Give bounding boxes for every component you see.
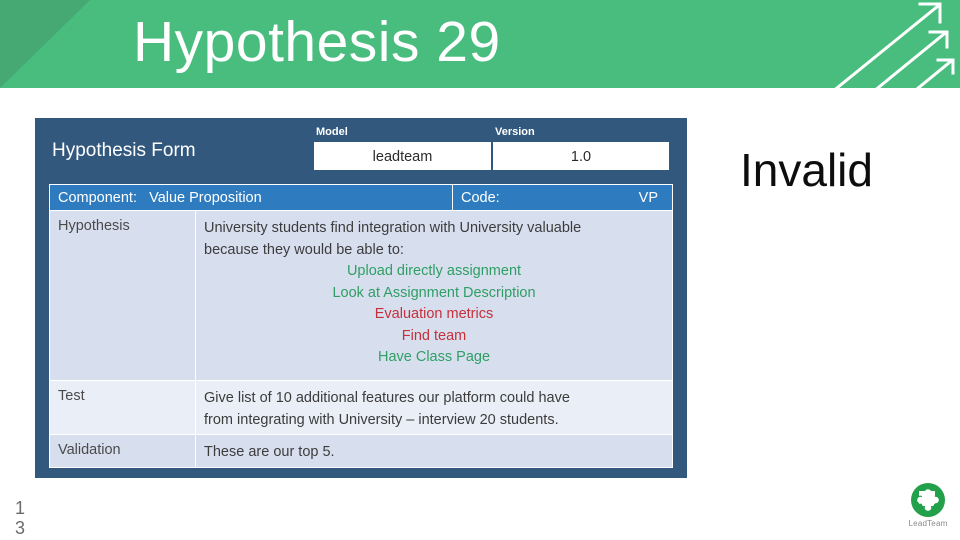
- hypothesis-form-panel: Hypothesis Form Model leadteam Version 1…: [35, 118, 687, 478]
- hypothesis-bullet-2: Look at Assignment Description: [332, 284, 536, 301]
- brand-logo: LeadTeam: [900, 482, 956, 528]
- row-value-test: Give list of 10 additional features our …: [196, 381, 673, 435]
- page-number: 1 3: [15, 498, 29, 538]
- hypothesis-bullet-3: Evaluation metrics: [374, 306, 494, 322]
- hypothesis-bullet-4: Find team: [401, 327, 467, 344]
- brand-name: LeadTeam: [908, 519, 948, 528]
- version-field-label: Version: [495, 126, 535, 138]
- hypothesis-intro-line-2: because they would be able to:: [204, 241, 404, 258]
- row-label-hypothesis: Hypothesis: [49, 211, 196, 381]
- hypothesis-intro-line-1: University students find integration wit…: [204, 220, 582, 236]
- row-value-validation: These are our top 5.: [196, 435, 673, 468]
- model-field-group: Model leadteam: [314, 125, 491, 170]
- version-field-group: Version 1.0: [493, 125, 669, 170]
- code-cell: Code: VP: [453, 184, 673, 211]
- model-field-label: Model: [316, 126, 348, 138]
- form-header: Hypothesis Form Model leadteam Version 1…: [35, 118, 687, 180]
- code-label: Code:: [461, 190, 500, 206]
- row-label-test: Test: [49, 381, 196, 435]
- hypothesis-bullet-5: Have Class Page: [377, 349, 491, 365]
- table-row: Hypothesis University students find inte…: [49, 211, 673, 381]
- page-number-line-2: 3: [15, 518, 26, 538]
- slide-header-band: Hypothesis 29: [0, 0, 960, 88]
- version-input[interactable]: 1.0: [493, 142, 669, 170]
- corner-triangle-icon: [0, 0, 90, 88]
- puzzle-piece-icon: [911, 483, 945, 517]
- component-cell: Component: Value Proposition: [49, 184, 453, 211]
- table-row: Validation These are our top 5.: [49, 435, 673, 468]
- page-title: Hypothesis 29: [133, 10, 501, 74]
- hypothesis-bullet-1: Upload directly assignment: [346, 263, 522, 279]
- form-rows: Hypothesis University students find inte…: [49, 211, 673, 468]
- test-line-1: Give list of 10 additional features our …: [204, 390, 570, 406]
- page-number-line-1: 1: [15, 498, 26, 518]
- component-label: Component:: [58, 190, 137, 206]
- model-input[interactable]: leadteam: [314, 142, 491, 170]
- component-code-bar: Component: Value Proposition Code: VP: [49, 184, 673, 211]
- test-line-2: from integrating with University – inter…: [204, 411, 559, 428]
- status-badge: Invalid: [740, 144, 873, 196]
- row-label-validation: Validation: [49, 435, 196, 468]
- component-value: Value Proposition: [149, 190, 262, 206]
- code-value: VP: [638, 190, 658, 206]
- diagonal-arrows-icon: [834, 2, 955, 88]
- form-title: Hypothesis Form: [52, 140, 196, 161]
- row-value-hypothesis: University students find integration wit…: [196, 211, 673, 381]
- table-row: Test Give list of 10 additional features…: [49, 381, 673, 435]
